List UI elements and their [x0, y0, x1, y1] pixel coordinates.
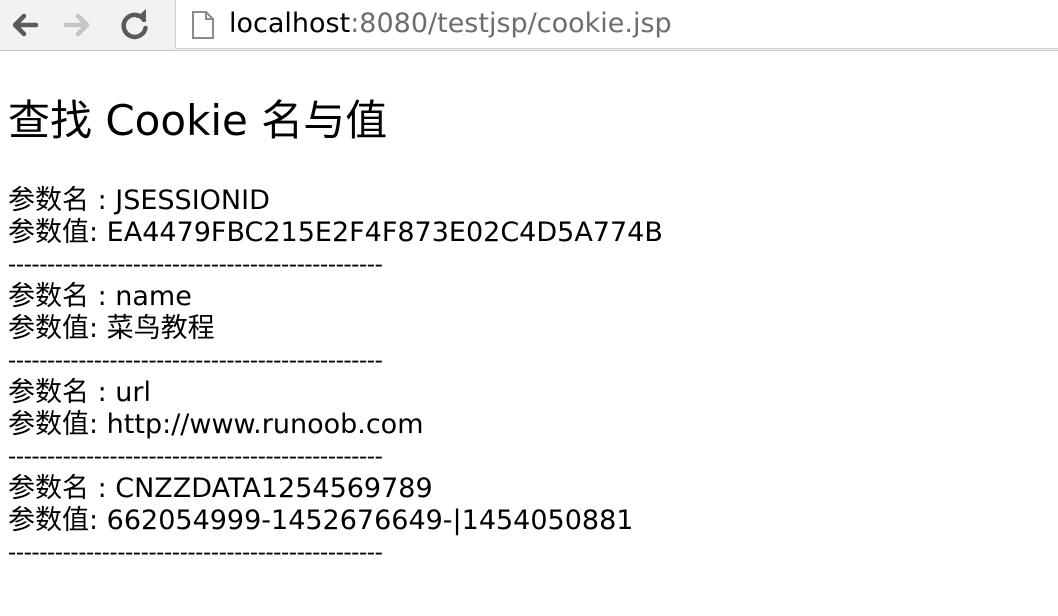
separator: ----------------------------------------… — [8, 444, 383, 470]
separator: ----------------------------------------… — [8, 348, 383, 374]
page-title: 查找 Cookie 名与值 — [8, 96, 388, 145]
browser-toolbar: localhost:8080/testjsp/cookie.jsp — [0, 0, 1058, 51]
page-icon — [192, 11, 214, 39]
cookie-entry: 参数名 : CNZZDATA1254569789 参数值: 662054999-… — [8, 473, 1048, 569]
reload-icon — [121, 9, 148, 40]
cookie-name: 参数名 : url — [8, 377, 151, 408]
cookie-value: 参数值: 菜鸟教程 — [8, 313, 215, 344]
url-path: :8080/testjsp/cookie.jsp — [350, 8, 672, 39]
cookie-name: 参数名 : CNZZDATA1254569789 — [8, 473, 433, 504]
cookie-entry: 参数名 : url 参数值: http://www.runoob.com ---… — [8, 377, 1048, 473]
cookie-entry: 参数名 : name 参数值: 菜鸟教程 -------------------… — [8, 281, 1048, 377]
back-button[interactable] — [6, 6, 44, 44]
cookie-value: 参数值: EA4479FBC215E2F4F873E02C4D5A774B — [8, 217, 663, 248]
page-content: 查找 Cookie 名与值 参数名 : JSESSIONID 参数值: EA44… — [8, 90, 1048, 569]
cookie-name: 参数名 : name — [8, 281, 192, 312]
cookie-entry: 参数名 : JSESSIONID 参数值: EA4479FBC215E2F4F8… — [8, 185, 1048, 281]
url-host: localhost — [229, 8, 351, 39]
forward-arrow-icon — [63, 13, 90, 37]
back-arrow-icon — [12, 13, 39, 37]
cookie-value: 参数值: 662054999-1452676649-|1454050881 — [8, 505, 634, 536]
url-text: localhost:8080/testjsp/cookie.jsp — [229, 5, 672, 43]
separator: ----------------------------------------… — [8, 252, 383, 278]
address-bar[interactable]: localhost:8080/testjsp/cookie.jsp — [175, 0, 1058, 49]
forward-button[interactable] — [58, 6, 96, 44]
separator: ----------------------------------------… — [8, 540, 383, 566]
cookie-value: 参数值: http://www.runoob.com — [8, 409, 424, 440]
reload-button[interactable] — [116, 6, 154, 44]
cookie-name: 参数名 : JSESSIONID — [8, 185, 270, 216]
